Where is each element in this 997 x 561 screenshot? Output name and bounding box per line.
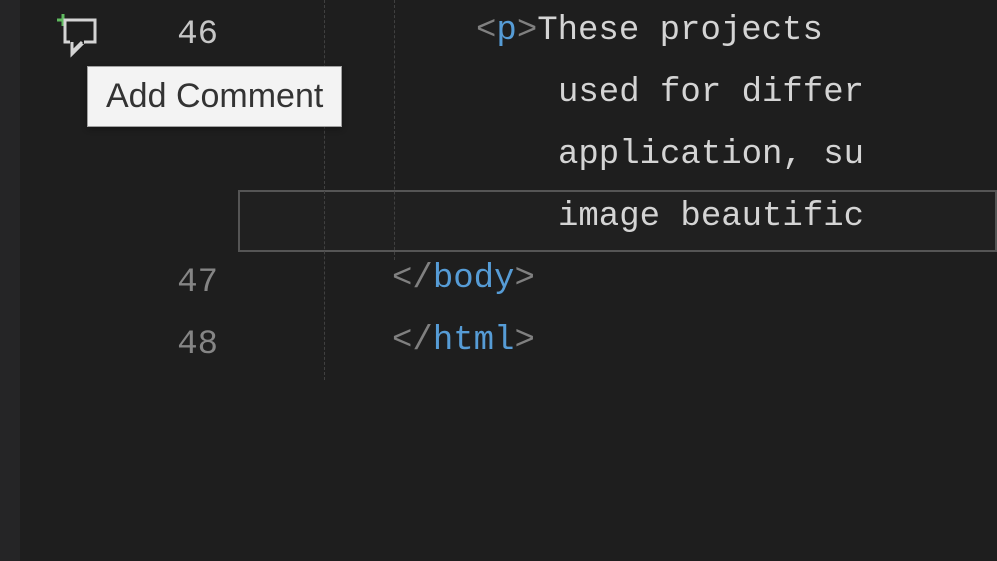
activity-bar-edge: [0, 0, 20, 561]
tag-bracket: >: [514, 322, 534, 360]
add-comment-icon: [52, 14, 100, 58]
code-line[interactable]: </html>: [238, 310, 997, 372]
tag-bracket: </: [392, 322, 433, 360]
line-number[interactable]: 47: [20, 252, 218, 314]
code-text: application, su: [558, 136, 864, 174]
line-number[interactable]: 46: [20, 4, 218, 66]
add-comment-button[interactable]: [52, 14, 100, 58]
wrapped-line-spacer: [20, 190, 218, 252]
code-line[interactable]: <p>These projects: [238, 0, 997, 62]
wrapped-line-spacer: [20, 128, 218, 190]
tooltip-add-comment: Add Comment: [87, 66, 342, 127]
code-line-wrapped[interactable]: application, su: [238, 124, 997, 186]
tag-bracket: </: [392, 260, 433, 298]
code-text: These projects: [537, 12, 823, 50]
tag-name: body: [433, 260, 515, 298]
tag-name: html: [433, 322, 515, 360]
tag-name: p: [496, 12, 516, 50]
code-text: image beautific: [558, 198, 864, 236]
code-line-wrapped[interactable]: used for differ: [238, 62, 997, 124]
code-line[interactable]: </body>: [238, 248, 997, 310]
tag-bracket: <: [476, 12, 496, 50]
tag-bracket: >: [514, 260, 534, 298]
code-text: used for differ: [558, 74, 864, 112]
tag-bracket: >: [517, 12, 537, 50]
line-number[interactable]: 48: [20, 314, 218, 376]
code-line-wrapped[interactable]: image beautific: [238, 186, 997, 248]
code-content[interactable]: <p>These projects used for differ applic…: [238, 0, 997, 561]
